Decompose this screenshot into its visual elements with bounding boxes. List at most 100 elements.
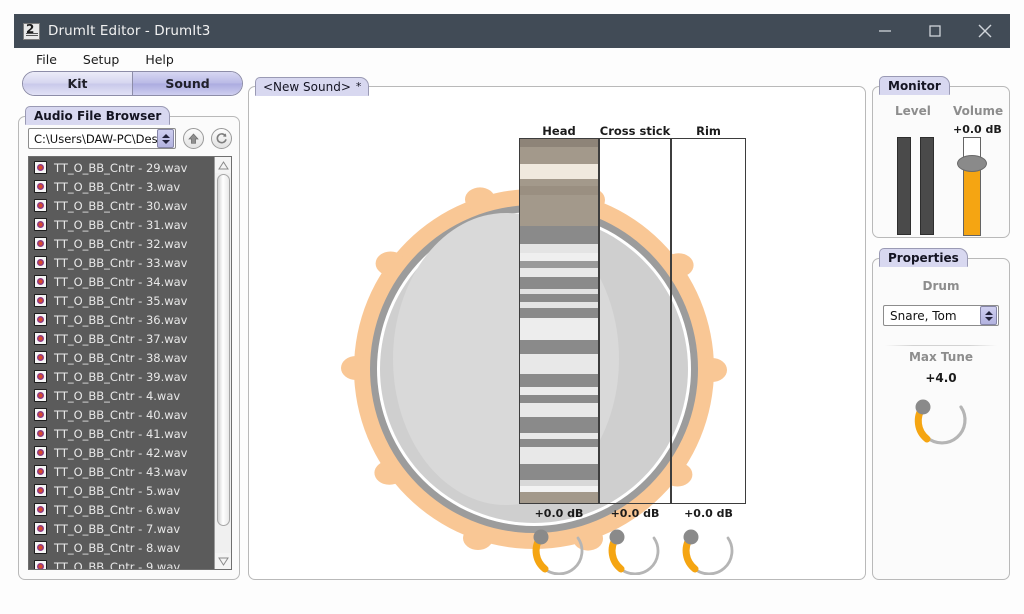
list-item[interactable]: TT_O_BB_Cntr - 42.wav: [29, 443, 214, 462]
list-item[interactable]: TT_O_BB_Cntr - 30.wav: [29, 196, 214, 215]
list-item[interactable]: TT_O_BB_Cntr - 31.wav: [29, 215, 214, 234]
file-name: TT_O_BB_Cntr - 5.wav: [54, 483, 181, 498]
scrollbar-thumb[interactable]: [216, 174, 230, 526]
list-item[interactable]: TT_O_BB_Cntr - 40.wav: [29, 405, 214, 424]
file-name: TT_O_BB_Cntr - 36.wav: [54, 312, 188, 327]
refresh-icon[interactable]: [211, 128, 232, 149]
zone-gain-knob[interactable]: [604, 521, 666, 575]
list-item[interactable]: TT_O_BB_Cntr - 43.wav: [29, 462, 214, 481]
sample-layer[interactable]: [520, 179, 598, 187]
properties-panel: Properties Drum Snare, Tom Max Tune +4.0: [872, 248, 1010, 580]
minimize-icon[interactable]: [860, 14, 910, 48]
list-item[interactable]: TT_O_BB_Cntr - 34.wav: [29, 272, 214, 291]
file-name: TT_O_BB_Cntr - 8.wav: [54, 540, 181, 555]
scrollbar-track[interactable]: [215, 173, 232, 553]
file-list[interactable]: TT_O_BB_Cntr - 29.wav TT_O_BB_Cntr - 3.wa…: [28, 156, 232, 570]
list-item[interactable]: TT_O_BB_Cntr - 38.wav: [29, 348, 214, 367]
audio-file-icon: [34, 427, 47, 440]
volume-slider-handle[interactable]: [957, 155, 987, 172]
list-item[interactable]: TT_O_BB_Cntr - 41.wav: [29, 424, 214, 443]
file-list-scrollbar[interactable]: [214, 157, 231, 569]
level-label: Level: [895, 104, 931, 118]
sample-layer[interactable]: [520, 317, 598, 341]
sample-layer[interactable]: [520, 417, 598, 433]
drum-label: Drum: [922, 279, 960, 293]
zone-header-head: Head: [542, 124, 576, 138]
list-item[interactable]: TT_O_BB_Cntr - 7.wav: [29, 519, 214, 538]
sample-layer[interactable]: [520, 463, 598, 481]
file-name: TT_O_BB_Cntr - 33.wav: [54, 255, 188, 270]
list-item[interactable]: TT_O_BB_Cntr - 33.wav: [29, 253, 214, 272]
mode-toggle-kit[interactable]: Kit: [23, 72, 132, 95]
sample-layer[interactable]: [520, 373, 598, 387]
menu-item-help[interactable]: Help: [133, 50, 188, 69]
sample-layer[interactable]: [520, 195, 598, 227]
list-item[interactable]: TT_O_BB_Cntr - 8.wav: [29, 538, 214, 557]
audio-file-icon: [34, 446, 47, 459]
sample-layer[interactable]: [520, 244, 598, 253]
menu-item-file[interactable]: File: [24, 50, 71, 69]
list-item[interactable]: TT_O_BB_Cntr - 3.wav: [29, 177, 214, 196]
zone-gain-knob[interactable]: [528, 521, 590, 575]
chevron-updown-icon[interactable]: [980, 306, 997, 325]
sample-layer[interactable]: [520, 340, 598, 355]
up-arrow-icon[interactable]: [183, 128, 204, 149]
list-item[interactable]: TT_O_BB_Cntr - 29.wav: [29, 158, 214, 177]
sample-layer[interactable]: [520, 395, 598, 404]
list-item[interactable]: TT_O_BB_Cntr - 6.wav: [29, 500, 214, 519]
audio-file-icon: [34, 351, 47, 364]
sample-layer[interactable]: [520, 307, 598, 318]
file-name: TT_O_BB_Cntr - 40.wav: [54, 407, 188, 422]
zone-column-rim[interactable]: [671, 138, 746, 504]
list-item[interactable]: TT_O_BB_Cntr - 4.wav: [29, 386, 214, 405]
volume-slider-track[interactable]: [963, 137, 981, 236]
mode-toggle-sound[interactable]: Sound: [132, 72, 242, 95]
audio-file-icon: [34, 275, 47, 288]
sample-layer[interactable]: [520, 252, 598, 262]
chevron-updown-icon[interactable]: [157, 129, 174, 148]
audio-file-icon: [34, 522, 47, 535]
sample-layer[interactable]: [520, 147, 598, 165]
drum-select[interactable]: Snare, Tom: [883, 305, 999, 326]
list-item[interactable]: TT_O_BB_Cntr - 5.wav: [29, 481, 214, 500]
sample-layer[interactable]: [520, 164, 598, 180]
maximize-icon[interactable]: [910, 14, 960, 48]
sample-layer[interactable]: [520, 261, 598, 268]
menu-bar: File Setup Help: [14, 48, 1010, 70]
list-item[interactable]: TT_O_BB_Cntr - 9.wav: [29, 557, 214, 569]
zone-gain-knob[interactable]: [678, 521, 740, 575]
sample-layer[interactable]: [520, 354, 598, 374]
audio-file-icon: [34, 256, 47, 269]
mode-toggle: Kit Sound: [22, 71, 243, 96]
zone-column-cross-stick[interactable]: [599, 138, 671, 504]
sample-layer[interactable]: [520, 293, 598, 303]
list-item[interactable]: TT_O_BB_Cntr - 32.wav: [29, 234, 214, 253]
list-item[interactable]: TT_O_BB_Cntr - 35.wav: [29, 291, 214, 310]
list-item[interactable]: TT_O_BB_Cntr - 39.wav: [29, 367, 214, 386]
sample-layer[interactable]: [520, 277, 598, 289]
file-name: TT_O_BB_Cntr - 4.wav: [54, 388, 181, 403]
audio-file-icon: [34, 161, 47, 174]
sample-layer[interactable]: [520, 226, 598, 245]
audio-file-icon: [34, 180, 47, 193]
sample-layer[interactable]: [520, 267, 598, 278]
audio-file-icon: [34, 370, 47, 383]
zone-column-head[interactable]: [519, 138, 599, 504]
sample-layer[interactable]: [520, 386, 598, 395]
file-name: TT_O_BB_Cntr - 32.wav: [54, 236, 188, 251]
sample-layer[interactable]: [520, 186, 598, 196]
scroll-down-icon[interactable]: [214, 553, 231, 569]
path-combo[interactable]: C:\Users\DAW-PC\Des...: [28, 128, 176, 149]
audio-file-icon: [34, 408, 47, 421]
sample-layer[interactable]: [520, 139, 598, 148]
list-item[interactable]: TT_O_BB_Cntr - 36.wav: [29, 310, 214, 329]
menu-item-setup[interactable]: Setup: [71, 50, 133, 69]
sample-layer[interactable]: [520, 491, 598, 503]
close-icon[interactable]: [960, 14, 1010, 48]
sample-layer[interactable]: [520, 403, 598, 418]
scroll-up-icon[interactable]: [214, 157, 231, 173]
max-tune-knob[interactable]: [911, 389, 973, 445]
list-item[interactable]: TT_O_BB_Cntr - 37.wav: [29, 329, 214, 348]
sample-layer[interactable]: [520, 438, 598, 447]
sample-layer[interactable]: [520, 446, 598, 464]
